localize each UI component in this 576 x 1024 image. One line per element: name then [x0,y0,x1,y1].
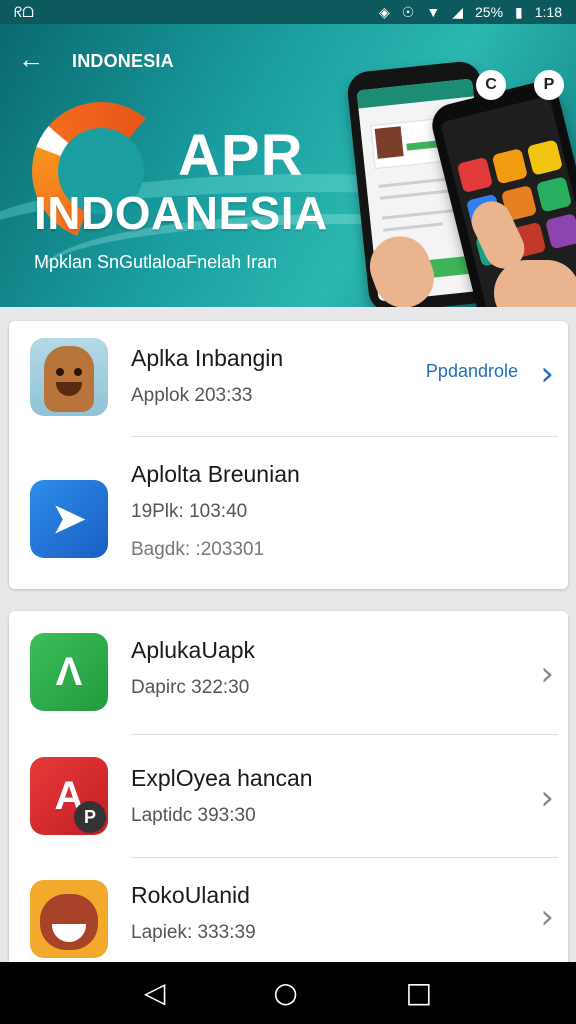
list-item[interactable]: Λ AplukaUapk Dapirc 322:30 › [9,611,568,734]
app-meta: Applok 203:33 [131,385,253,406]
list-item[interactable]: RokoUlanid Lapiek: 333:39 › [9,858,568,971]
profile-badge[interactable]: C [476,70,506,100]
app-meta: 19Plk: 103:40 [131,501,248,522]
menu-badge[interactable]: P [534,70,564,100]
home-circle-icon[interactable]: ○ [273,979,297,1007]
hero-banner: ← INDONESIA APR INDOANESIA Mpklan SnGutl… [0,24,576,307]
app-meta-secondary: Bagdk: :203301 [131,539,265,560]
vibrate-icon: ☉ [401,4,415,20]
hero-title-second-line: INDOANESIA [34,187,328,239]
battery-percent: 25% [475,4,504,20]
fox-face-icon [30,880,108,958]
hand-illustration [494,260,576,307]
blue-arrow-icon: ➤ [30,480,108,558]
app-meta: Lapiek: 333:39 [131,922,256,943]
signal-icon: ◢ [452,4,463,20]
notification-icon: ᖇᗝ [14,4,34,20]
list-item[interactable]: ➤ Aplolta Breunian 19Plk: 103:40 Bagdk: … [9,437,568,589]
app-name: AplukaUapk [131,637,256,663]
app-meta: Dapirc 322:30 [131,677,250,698]
app-name: ExplOyea hancan [131,765,313,791]
app-list-card: Aplka Inbangin Applok 203:33 Ppdandrole … [9,321,568,589]
chevron-right-icon[interactable]: › [540,781,554,815]
page-label: INDONESIA [72,51,174,71]
app-link[interactable]: Ppdandrole [426,361,518,382]
system-navigation-bar: ◁ ○ □ [0,962,576,1024]
wifi-icon: ▼ [426,4,441,20]
recents-square-icon[interactable]: □ [406,979,432,1007]
location-icon: ◈ [379,4,390,20]
chevron-right-icon[interactable]: › [540,657,554,691]
list-item[interactable]: A P ExplOyea hancan Laptidc 393:30 › [9,735,568,857]
chevron-right-icon[interactable]: › [540,900,554,934]
hero-title: APR [178,123,304,188]
app-name: Aplka Inbangin [131,345,284,371]
app-name: Aplolta Breunian [131,461,300,487]
chevron-right-icon[interactable]: › [540,357,554,391]
list-item[interactable]: Aplka Inbangin Applok 203:33 Ppdandrole … [9,321,568,436]
battery-icon: ▮ [515,4,523,20]
app-list-card: Λ AplukaUapk Dapirc 322:30 › A P ExplOye… [9,611,568,971]
arrow-left-icon[interactable]: ← [18,46,44,72]
red-a-icon: A P [30,757,108,835]
back-triangle-icon[interactable]: ◁ [144,979,166,1007]
hero-subtitle: Mpklan SnGutlaloaFnelah Iran [34,252,278,272]
app-name: RokoUlanid [131,882,250,908]
p-badge-icon: P [74,801,106,833]
app-meta: Laptidc 393:30 [131,805,256,826]
status-bar: ᖇᗝ ◈ ☉ ▼ ◢ 25% ▮ 1:18 [0,0,576,24]
wooden-totem-icon [30,338,108,416]
green-arrow-icon: Λ [30,633,108,711]
clock: 1:18 [534,4,562,20]
